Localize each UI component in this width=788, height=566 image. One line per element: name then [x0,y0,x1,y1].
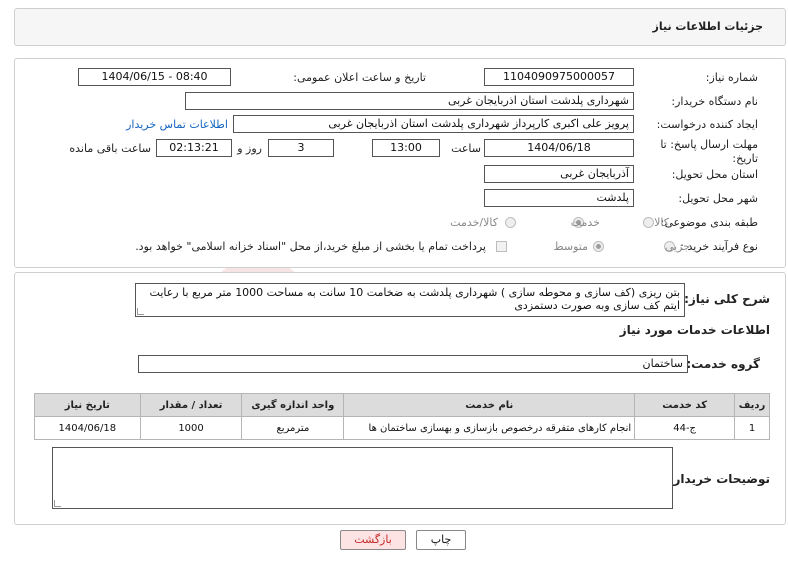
remaining-time-label: ساعت باقی مانده [69,142,151,155]
buyer-notes-label: توضیحات خریدار: [668,472,770,486]
category-label: طبقه بندی موضوعی: [660,216,758,229]
col-need-date: تاریخ نیاز [34,393,141,417]
requester-label: ایجاد کننده درخواست: [656,118,758,131]
deadline-label-line1: مهلت ارسال پاسخ: تا [660,138,758,151]
days-label: روز و [237,142,262,155]
treasury-payment-checkbox[interactable] [496,241,507,252]
process-option-minor: جزیی [664,240,690,253]
services-table-header: ردیف کد خدمت نام خدمت واحد اندازه گیری ت… [34,393,770,417]
need-number-label: شماره نیاز: [705,71,758,84]
service-group-field[interactable]: ساختمان [138,355,688,373]
services-section-title: اطلاعات خدمات مورد نیاز [619,323,770,337]
city-field[interactable]: پلدشت [484,189,634,207]
cell-need-date: 1404/06/18 [34,416,141,440]
deadline-date-field[interactable]: 1404/06/18 [484,139,634,157]
buyer-notes-resize-handle[interactable] [54,500,61,507]
buyer-notes-textarea[interactable] [52,447,673,509]
category-option-goods-service: کالا/خدمت [450,216,498,229]
need-number-field[interactable]: 1104090975000057 [484,68,634,86]
page-title: جزئیات اطلاعات نیاز [652,20,764,33]
process-type-label: نوع فرآیند خرید : [680,240,758,253]
days-remaining-field[interactable]: 3 [268,139,334,157]
category-radio-goods-service[interactable] [505,217,516,228]
description-textarea[interactable]: بتن ریزی (کف سازی و محوطه سازی ) شهرداری… [135,283,685,317]
col-quantity: تعداد / مقدار [139,393,243,417]
deadline-time-label: ساعت [451,142,481,155]
cell-row-number: 1 [734,416,770,440]
requester-field[interactable]: پرویز علی اکبری کارپرداز شهرداری پلدشت ا… [233,115,634,133]
col-row-number: ردیف [734,393,770,417]
description-resize-handle[interactable] [137,308,144,315]
province-field[interactable]: آذربایجان غربی [484,165,634,183]
category-radio-goods[interactable] [643,217,654,228]
col-service-name: نام خدمت [343,393,636,417]
province-label: استان محل تحویل: [671,168,758,181]
cell-service-name: انجام کارهای متفرقه درخصوص بازسازی و بهس… [343,416,636,440]
deadline-label-line2: تاریخ: [732,152,758,165]
col-service-code: کد خدمت [634,393,736,417]
treasury-payment-note: پرداخت تمام یا بخشی از مبلغ خرید،از محل … [135,240,486,253]
service-group-label: گروه خدمت: [686,357,760,371]
print-button[interactable]: چاپ [416,530,466,550]
buyer-contact-link[interactable]: اطلاعات تماس خریدار [126,118,228,131]
deadline-time-field[interactable]: 13:00 [372,139,440,157]
cell-unit: مترمربع [241,416,345,440]
process-radio-medium[interactable] [593,241,604,252]
category-option-goods: کالا [654,216,669,229]
back-button[interactable]: بازگشت [340,530,406,550]
announce-label: تاریخ و ساعت اعلان عمومی: [293,71,426,84]
buyer-org-label: نام دستگاه خریدار: [671,95,758,108]
description-label: شرح کلی نیاز: [684,292,770,306]
table-row: 1 ج-44 انجام کارهای متفرقه درخصوص بازساز… [34,416,770,440]
announce-datetime-field[interactable]: 1404/06/15 - 08:40 [78,68,231,86]
city-label: شهر محل تحویل: [678,192,758,205]
cell-quantity: 1000 [139,416,243,440]
services-table: ردیف کد خدمت نام خدمت واحد اندازه گیری ت… [34,393,770,440]
cell-service-code: ج-44 [634,416,736,440]
process-option-medium: متوسط [553,240,588,253]
buyer-org-field[interactable]: شهرداری پلدشت استان اذربایجان غربی [185,92,634,110]
info-panel [14,58,786,268]
remaining-time-field[interactable]: 02:13:21 [156,139,232,157]
col-unit: واحد اندازه گیری [241,393,345,417]
category-option-service: خدمت [570,216,600,229]
page-header: جزئیات اطلاعات نیاز [14,8,786,46]
